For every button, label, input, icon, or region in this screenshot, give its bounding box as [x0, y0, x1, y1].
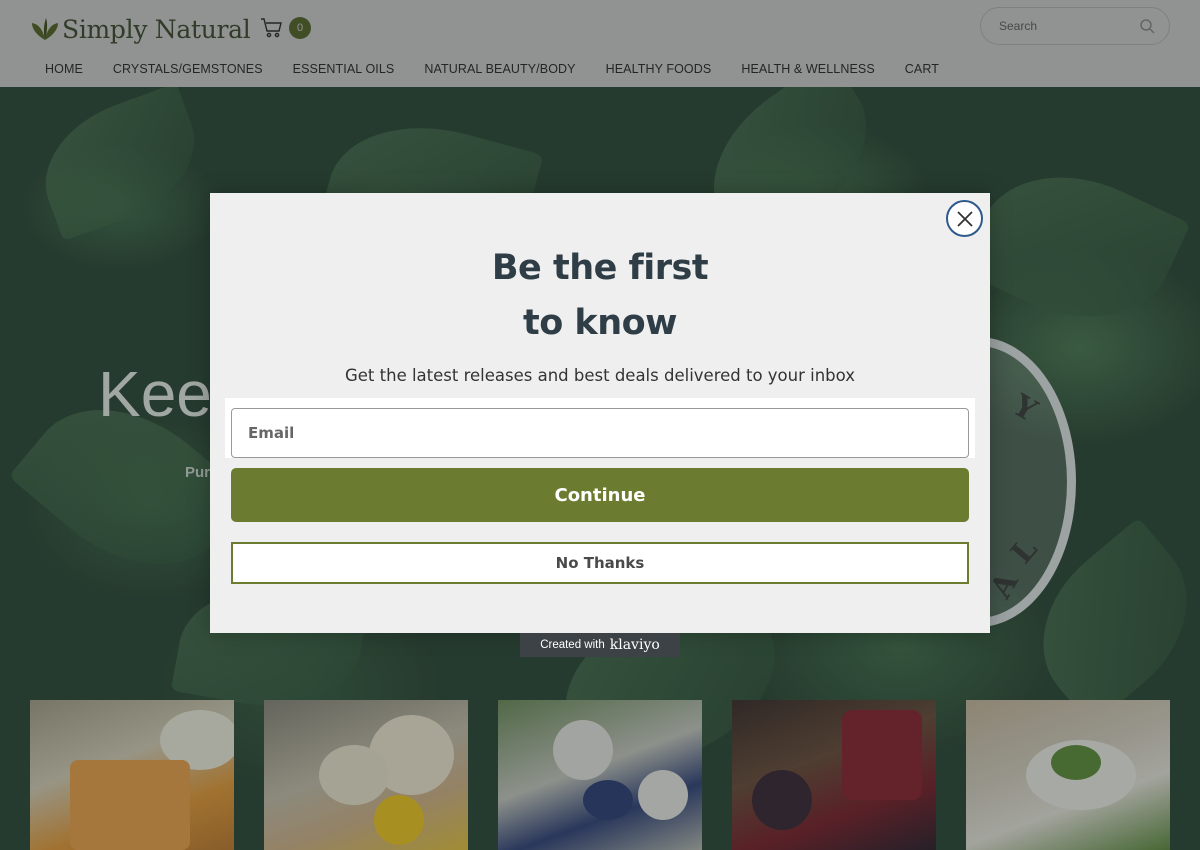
klaviyo-badge[interactable]: Created with klaviyo [520, 633, 680, 657]
continue-button[interactable]: Continue [231, 468, 969, 522]
close-icon [956, 210, 973, 227]
seal-letter: Y [1006, 387, 1043, 430]
leaf-decoration [26, 87, 214, 242]
popup-subtitle: Get the latest releases and best deals d… [344, 366, 856, 385]
popup-title-line1: Be the first [491, 248, 709, 288]
category-tile-tinctures[interactable] [732, 700, 936, 850]
hero-title: Kee [98, 358, 212, 430]
tile-decoration [70, 760, 190, 850]
category-tile-herbs[interactable] [966, 700, 1170, 850]
close-button[interactable] [946, 200, 983, 237]
category-tile-candles[interactable] [264, 700, 468, 850]
header-dim [0, 0, 1200, 87]
signup-popup: Be the first to know Get the latest rele… [210, 193, 990, 633]
seal-letter: L [1004, 532, 1045, 571]
tile-decoration [638, 770, 688, 820]
popup-title-line2: to know [522, 303, 678, 343]
no-thanks-button[interactable]: No Thanks [231, 542, 969, 584]
created-with-text: Created with [540, 639, 605, 651]
klaviyo-logo: klaviyo [609, 637, 660, 653]
category-tile-crystals[interactable] [498, 700, 702, 850]
email-field[interactable] [231, 408, 969, 458]
tile-decoration [553, 720, 613, 780]
leaf-decoration [959, 143, 1191, 351]
tile-decoration [374, 795, 424, 845]
tile-decoration [319, 745, 389, 805]
tile-decoration [583, 780, 633, 820]
category-tile-soap[interactable] [30, 700, 234, 850]
popup-title: Be the first to know [210, 241, 990, 351]
tile-decoration [1051, 745, 1101, 780]
category-tiles [30, 700, 1170, 850]
tile-decoration [752, 770, 812, 830]
hero-subtitle: Pur [185, 464, 211, 481]
tile-decoration [842, 710, 922, 800]
